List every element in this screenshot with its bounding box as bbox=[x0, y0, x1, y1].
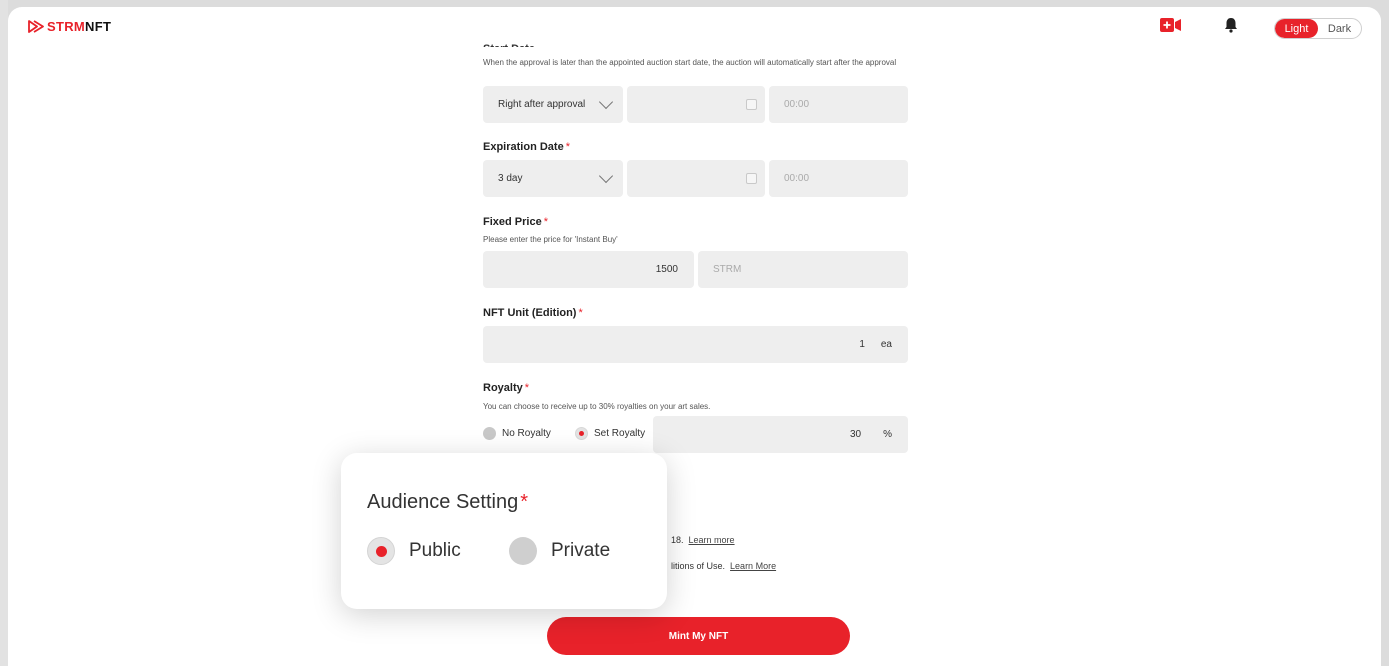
theme-dark-option[interactable]: Dark bbox=[1318, 19, 1361, 38]
radio-checked-icon bbox=[367, 537, 395, 565]
royalty-option-set[interactable]: Set Royalty bbox=[575, 427, 645, 440]
audience-setting-title: Audience Setting * bbox=[367, 491, 529, 513]
logo-text: STRMNFT bbox=[47, 19, 112, 34]
page-background bbox=[0, 0, 8, 666]
royalty-percent-input[interactable]: 30 % bbox=[653, 416, 908, 453]
currency-field: STRM bbox=[698, 251, 908, 288]
live-video-icon[interactable] bbox=[1160, 18, 1182, 32]
chevron-down-icon bbox=[598, 168, 614, 183]
radio-checked-icon bbox=[575, 427, 588, 440]
calendar-icon bbox=[746, 98, 757, 110]
conditions-learn-more-link[interactable]: Learn More bbox=[730, 561, 776, 571]
audience-option-private[interactable]: Private bbox=[509, 537, 610, 565]
royalty-help: You can choose to receive up to 30% roya… bbox=[483, 402, 711, 411]
audience-setting-card: Audience Setting * Public Private bbox=[341, 453, 667, 609]
nft-unit-label: NFT Unit (Edition) * bbox=[483, 307, 583, 319]
age-terms-text: 18. Learn more bbox=[671, 535, 735, 545]
auction-start-date-input[interactable] bbox=[627, 86, 765, 123]
audience-option-public[interactable]: Public bbox=[367, 537, 461, 565]
auction-start-help: When the approval is later than the appo… bbox=[483, 58, 897, 67]
app-window: STRMNFT Light Dark Start Date When the a… bbox=[8, 7, 1381, 666]
chevron-down-icon bbox=[598, 94, 614, 109]
fixed-price-help: Please enter the price for 'Instant Buy' bbox=[483, 235, 618, 244]
brand-logo[interactable]: STRMNFT bbox=[28, 19, 111, 34]
theme-light-option[interactable]: Light bbox=[1275, 19, 1318, 38]
royalty-option-none[interactable]: No Royalty bbox=[483, 427, 551, 440]
fixed-price-label: Fixed Price * bbox=[483, 216, 548, 228]
auction-start-label-cut: Start Date bbox=[483, 43, 535, 47]
expiration-time-input[interactable]: 00:00 bbox=[769, 160, 908, 197]
royalty-option-label: No Royalty bbox=[502, 428, 551, 439]
age-learn-more-link[interactable]: Learn more bbox=[689, 535, 735, 545]
auction-start-select[interactable]: Right after approval bbox=[483, 86, 623, 123]
auction-start-value: Right after approval bbox=[498, 99, 586, 110]
radio-unchecked-icon bbox=[483, 427, 496, 440]
nft-unit-value: 1 bbox=[859, 339, 865, 350]
expiration-select[interactable]: 3 day bbox=[483, 160, 623, 197]
royalty-option-label: Set Royalty bbox=[594, 428, 646, 439]
audience-option-label: Private bbox=[551, 540, 611, 561]
conditions-terms-text: litions of Use. Learn More bbox=[671, 561, 777, 571]
fixed-price-input[interactable]: 1500 bbox=[483, 251, 694, 288]
time-placeholder: 00:00 bbox=[784, 99, 810, 110]
expiration-value: 3 day bbox=[498, 173, 523, 184]
logo-icon bbox=[28, 20, 44, 33]
nft-unit-suffix: ea bbox=[880, 339, 892, 350]
audience-option-label: Public bbox=[409, 540, 461, 561]
expiration-date-label: Expiration Date * bbox=[483, 141, 570, 153]
currency-unit: STRM bbox=[713, 264, 742, 275]
notification-bell-icon[interactable] bbox=[1224, 17, 1238, 33]
royalty-label: Royalty * bbox=[483, 382, 530, 394]
time-placeholder: 00:00 bbox=[784, 173, 810, 184]
fixed-price-value: 1500 bbox=[655, 264, 678, 275]
mint-nft-button[interactable]: Mint My NFT bbox=[547, 617, 850, 655]
royalty-unit: % bbox=[883, 429, 892, 440]
theme-toggle[interactable]: Light Dark bbox=[1274, 18, 1362, 39]
expiration-date-input[interactable] bbox=[627, 160, 765, 197]
calendar-icon bbox=[746, 172, 757, 184]
radio-unchecked-icon bbox=[509, 537, 537, 565]
nft-unit-input[interactable]: 1 ea bbox=[483, 326, 908, 363]
royalty-value: 30 bbox=[849, 429, 862, 440]
auction-start-time-input[interactable]: 00:00 bbox=[769, 86, 908, 123]
